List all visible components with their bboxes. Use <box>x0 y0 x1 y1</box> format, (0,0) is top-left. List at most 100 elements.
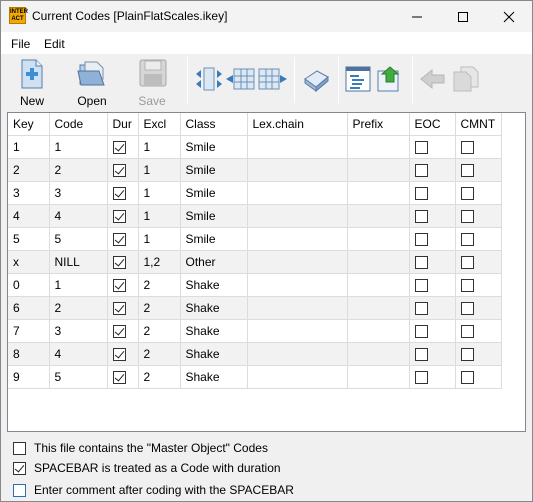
table-row[interactable]: 8 4 2 Shake <box>8 342 502 366</box>
close-button[interactable] <box>486 1 532 32</box>
key-cell[interactable]: 5 <box>8 227 50 251</box>
column-header-excl[interactable]: Excl <box>138 113 181 136</box>
table-row[interactable]: 2 2 1 Smile <box>8 158 502 182</box>
cmnt-checkbox[interactable] <box>460 232 474 246</box>
eoc-checkbox[interactable] <box>414 232 428 246</box>
append-row-button[interactable] <box>258 57 288 107</box>
codes-table[interactable]: Key Code Dur Excl Class Lex.chain Prefix… <box>7 112 526 432</box>
cmnt-cell[interactable] <box>455 204 502 228</box>
cmnt-cell[interactable] <box>455 158 502 182</box>
column-header-code[interactable]: Code <box>49 113 108 136</box>
comment-spacebar-checkbox[interactable] <box>13 483 26 497</box>
code-cell[interactable]: 5 <box>49 365 108 389</box>
excl-cell[interactable]: 1 <box>138 135 181 159</box>
key-cell[interactable]: 3 <box>8 181 50 205</box>
class-cell[interactable]: Smile <box>180 135 248 159</box>
cmnt-cell[interactable] <box>455 319 502 343</box>
dur-checkbox[interactable] <box>112 255 126 269</box>
master-object-option[interactable]: This file contains the "Master Object" C… <box>13 441 268 455</box>
title-bar[interactable]: INTER ACT Current Codes [PlainFlatScales.… <box>1 1 532 32</box>
prefix-cell[interactable] <box>347 365 410 389</box>
column-header-cmnt[interactable]: CMNT <box>455 113 502 136</box>
back-button[interactable] <box>419 57 447 107</box>
class-cell[interactable]: Smile <box>180 204 248 228</box>
eoc-cell[interactable] <box>409 319 456 343</box>
excl-cell[interactable]: 1,2 <box>138 250 181 274</box>
insert-row-button[interactable] <box>226 57 256 107</box>
code-cell[interactable]: 2 <box>49 296 108 320</box>
prefix-cell[interactable] <box>347 273 410 297</box>
menu-file[interactable]: File <box>11 37 30 51</box>
eoc-checkbox[interactable] <box>414 370 428 384</box>
cmnt-cell[interactable] <box>455 181 502 205</box>
cmnt-cell[interactable] <box>455 227 502 251</box>
eoc-cell[interactable] <box>409 342 456 366</box>
class-cell[interactable]: Other <box>180 250 248 274</box>
code-cell[interactable]: 1 <box>49 135 108 159</box>
dur-checkbox[interactable] <box>112 301 126 315</box>
excl-cell[interactable]: 2 <box>138 365 181 389</box>
prefix-cell[interactable] <box>347 250 410 274</box>
lex-chain-cell[interactable] <box>247 365 348 389</box>
table-row[interactable]: 3 3 1 Smile <box>8 181 502 205</box>
key-cell[interactable]: 4 <box>8 204 50 228</box>
code-cell[interactable]: 3 <box>49 181 108 205</box>
code-cell[interactable]: 5 <box>49 227 108 251</box>
cmnt-cell[interactable] <box>455 296 502 320</box>
code-cell[interactable]: 3 <box>49 319 108 343</box>
lex-chain-cell[interactable] <box>247 273 348 297</box>
class-cell[interactable]: Smile <box>180 227 248 251</box>
table-row[interactable]: 9 5 2 Shake <box>8 365 502 389</box>
eoc-cell[interactable] <box>409 227 456 251</box>
lex-chain-cell[interactable] <box>247 135 348 159</box>
lex-chain-cell[interactable] <box>247 227 348 251</box>
comment-spacebar-option[interactable]: Enter comment after coding with the SPAC… <box>13 483 294 497</box>
cmnt-checkbox[interactable] <box>460 347 474 361</box>
dur-cell[interactable] <box>107 250 139 274</box>
documents-button[interactable] <box>451 57 481 107</box>
code-cell[interactable]: NILL <box>49 250 108 274</box>
cmnt-checkbox[interactable] <box>460 186 474 200</box>
dur-cell[interactable] <box>107 273 139 297</box>
class-cell[interactable]: Shake <box>180 296 248 320</box>
cmnt-cell[interactable] <box>455 365 502 389</box>
dur-checkbox[interactable] <box>112 370 126 384</box>
new-button[interactable]: New <box>11 57 53 108</box>
prefix-cell[interactable] <box>347 181 410 205</box>
column-header-class[interactable]: Class <box>180 113 248 136</box>
spacebar-duration-checkbox[interactable] <box>13 461 26 475</box>
code-cell[interactable]: 2 <box>49 158 108 182</box>
eoc-checkbox[interactable] <box>414 301 428 315</box>
cmnt-cell[interactable] <box>455 273 502 297</box>
list-view-button[interactable] <box>344 57 372 107</box>
eoc-checkbox[interactable] <box>414 186 428 200</box>
dur-checkbox[interactable] <box>112 324 126 338</box>
excl-cell[interactable]: 1 <box>138 181 181 205</box>
eoc-checkbox[interactable] <box>414 255 428 269</box>
table-row[interactable]: 4 4 1 Smile <box>8 204 502 228</box>
spacebar-duration-option[interactable]: SPACEBAR is treated as a Code with durat… <box>13 461 281 475</box>
dur-checkbox[interactable] <box>112 163 126 177</box>
dur-checkbox[interactable] <box>112 278 126 292</box>
dur-checkbox[interactable] <box>112 186 126 200</box>
code-cell[interactable]: 4 <box>49 204 108 228</box>
table-row[interactable]: 7 3 2 Shake <box>8 319 502 343</box>
cmnt-cell[interactable] <box>455 135 502 159</box>
dur-checkbox[interactable] <box>112 209 126 223</box>
dur-cell[interactable] <box>107 342 139 366</box>
excl-cell[interactable]: 1 <box>138 227 181 251</box>
cmnt-checkbox[interactable] <box>460 140 474 154</box>
lex-chain-cell[interactable] <box>247 250 348 274</box>
key-cell[interactable]: 9 <box>8 365 50 389</box>
key-cell[interactable]: 0 <box>8 273 50 297</box>
class-cell[interactable]: Shake <box>180 342 248 366</box>
dur-cell[interactable] <box>107 204 139 228</box>
table-row[interactable]: x NILL 1,2 Other <box>8 250 502 274</box>
excl-cell[interactable]: 2 <box>138 319 181 343</box>
dur-cell[interactable] <box>107 158 139 182</box>
cmnt-cell[interactable] <box>455 250 502 274</box>
maximize-button[interactable] <box>440 1 486 32</box>
open-button[interactable]: Open <box>71 57 113 108</box>
class-cell[interactable]: Shake <box>180 273 248 297</box>
save-button[interactable]: Save <box>131 57 173 108</box>
